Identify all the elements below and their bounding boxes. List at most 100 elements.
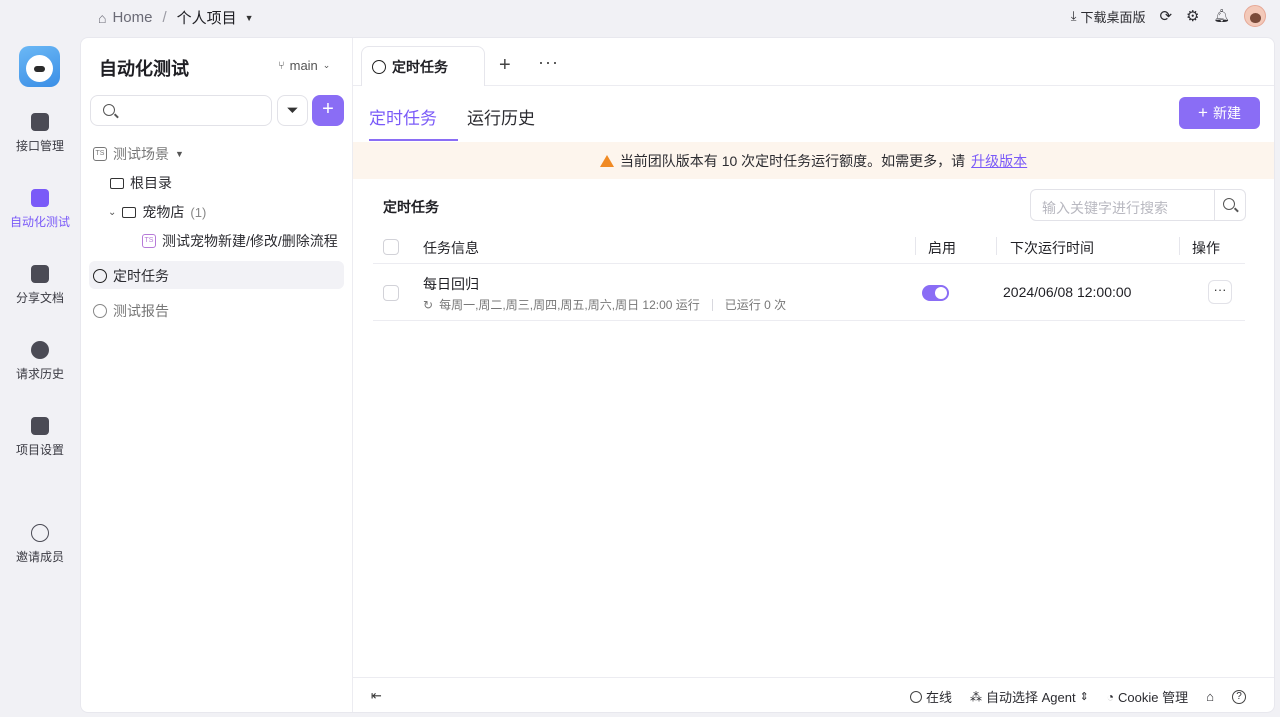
filter-button[interactable]: ⏷	[277, 95, 308, 126]
add-button[interactable]: +	[312, 95, 344, 126]
search-divider	[1214, 190, 1215, 220]
invite-icon	[31, 524, 49, 542]
report-icon	[93, 304, 107, 318]
quota-banner: 当前团队版本有 10 次定时任务运行额度。如需更多，请 升级版本	[353, 142, 1274, 179]
breadcrumb-home[interactable]: Home	[112, 9, 152, 26]
settings-icon	[31, 417, 49, 435]
tab-label: 定时任务	[392, 58, 448, 75]
enable-toggle[interactable]	[922, 285, 949, 301]
test-case-icon: TS	[142, 234, 156, 248]
task-schedule: 每周一,周二,周三,周四,周五,周六,周日 12:00 运行	[439, 298, 700, 312]
row-checkbox[interactable]	[383, 285, 399, 301]
online-status[interactable]: 在线	[909, 687, 952, 706]
search-icon	[103, 104, 115, 116]
upgrade-link[interactable]: 升级版本	[971, 151, 1027, 171]
tab-scheduled[interactable]: 定时任务	[361, 46, 485, 86]
api-icon	[31, 113, 49, 131]
nav-item-history[interactable]: 请求历史	[0, 341, 80, 382]
banner-text: 当前团队版本有 10 次定时任务运行额度。如需更多，请	[619, 152, 966, 169]
agent-selector[interactable]: ⁂ 自动选择 Agent ⇕	[970, 687, 1089, 706]
main-card: 自动化测试 ⑂ main ⌄ ⏷ + TS 测试场景 ▼ 根目录 ⌄ 宠物店 (…	[80, 37, 1275, 713]
new-tab-button[interactable]: +	[499, 54, 511, 77]
automation-icon	[31, 189, 49, 207]
online-label: 在线	[925, 690, 952, 705]
left-nav: 接口管理 自动化测试 分享文档 请求历史 项目设置 邀请成员	[0, 34, 80, 717]
branch-selector[interactable]: ⑂ main ⌄	[278, 58, 330, 73]
column-divider	[915, 237, 916, 255]
tree-case-label: 测试宠物新建/修改/删除流程	[162, 233, 338, 249]
chevron-updown-icon: ⇕	[1079, 691, 1089, 703]
sidebar-search-input[interactable]	[90, 95, 272, 126]
avatar[interactable]	[1244, 5, 1266, 27]
gear-icon[interactable]: ⚙	[1186, 7, 1199, 25]
nav-item-automation[interactable]: 自动化测试	[0, 189, 80, 230]
cookie-manager[interactable]: ◔ Cookie 管理	[1107, 687, 1188, 706]
history-icon	[31, 341, 49, 359]
nav-item-label: 请求历史	[15, 367, 64, 381]
cookie-icon: ◔	[1106, 689, 1115, 704]
column-divider	[996, 237, 997, 255]
download-desktop-button[interactable]: ⤓ 下载桌面版	[1071, 7, 1146, 26]
next-run-time: 2024/06/08 12:00:00	[1003, 284, 1132, 300]
refresh-icon[interactable]: ⟳	[1159, 7, 1172, 25]
nav-item-share-doc[interactable]: 分享文档	[0, 265, 80, 306]
folder-icon	[110, 177, 124, 189]
subtab-history[interactable]: 运行历史	[467, 104, 535, 129]
task-search-input[interactable]: 输入关键字进行搜索	[1030, 189, 1246, 221]
sidebar-item-scheduled[interactable]: 定时任务	[93, 266, 169, 286]
nav-item-invite[interactable]: 邀请成员	[0, 524, 80, 565]
sidebar-item-label: 测试报告	[113, 303, 169, 319]
nav-item-label: 接口管理	[15, 139, 64, 153]
top-bar: ⌂ Home / 个人项目 ▼ ⤓ 下载桌面版 ⟳ ⚙ 🔔︎	[0, 0, 1280, 34]
tree-case[interactable]: TS 测试宠物新建/修改/删除流程	[142, 231, 338, 251]
search-placeholder: 输入关键字进行搜索	[1042, 200, 1168, 216]
bell-icon[interactable]: 🔔︎	[1213, 8, 1230, 24]
breadcrumb-separator: /	[162, 9, 167, 26]
app-logo[interactable]	[19, 46, 60, 87]
collapse-sidebar-icon[interactable]: ⇤	[371, 688, 382, 704]
new-task-button[interactable]: + 新建	[1179, 97, 1260, 129]
tree-folder[interactable]: ⌄ 宠物店 (1)	[108, 202, 206, 222]
nav-item-settings[interactable]: 项目设置	[0, 417, 80, 458]
new-button-label: 新建	[1212, 105, 1241, 121]
tree-root-label: 根目录	[130, 175, 172, 191]
subtab-scheduled[interactable]: 定时任务	[369, 104, 437, 129]
home-icon[interactable]: ⌂	[98, 10, 106, 26]
sub-tabs: 定时任务 运行历史	[369, 104, 535, 129]
help-icon[interactable]: ?	[1232, 689, 1246, 704]
nav-item-label: 自动化测试	[9, 215, 70, 229]
repeat-icon: ↻	[423, 297, 434, 312]
plus-icon: +	[1198, 103, 1208, 122]
more-actions-button[interactable]: ···	[1208, 280, 1232, 304]
active-tab-indicator	[369, 139, 458, 141]
nav-item-api[interactable]: 接口管理	[0, 113, 80, 154]
shirt-icon[interactable]: ⌂	[1206, 689, 1214, 704]
main-panel: 定时任务 + ··· 定时任务 运行历史 + 新建 当前团队版本有 10 次定时…	[353, 38, 1274, 712]
share-doc-icon	[31, 265, 49, 283]
nav-item-label: 项目设置	[15, 443, 64, 457]
breadcrumb-project[interactable]: 个人项目	[177, 7, 237, 28]
tree-root[interactable]: 根目录	[110, 173, 172, 193]
col-actions: 操作	[1192, 240, 1220, 256]
section-title: 定时任务	[383, 199, 439, 215]
chevron-down-icon[interactable]: ▼	[245, 13, 254, 23]
folder-icon	[122, 206, 137, 218]
sidebar-title: 自动化测试	[99, 59, 189, 79]
warning-icon	[599, 154, 614, 167]
task-name[interactable]: 每日回归	[423, 274, 479, 294]
sidebar: 自动化测试 ⑂ main ⌄ ⏷ + TS 测试场景 ▼ 根目录 ⌄ 宠物店 (…	[81, 38, 353, 712]
breadcrumb: ⌂ Home / 个人项目 ▼	[98, 7, 254, 28]
task-meta: ↻ 每周一,周二,周三,周四,周五,周六,周日 12:00 运行 已运行 0 次	[423, 296, 786, 313]
more-tabs-button[interactable]: ···	[538, 52, 559, 73]
search-icon[interactable]	[1223, 198, 1235, 210]
tree-scenarios[interactable]: TS 测试场景 ▼	[93, 144, 184, 164]
table-row[interactable]: 每日回归 ↻ 每周一,周二,周三,周四,周五,周六,周日 12:00 运行 已运…	[373, 264, 1245, 321]
meta-divider	[711, 298, 713, 311]
top-actions: ⤓ 下载桌面版 ⟳ ⚙ 🔔︎	[1071, 5, 1266, 27]
tree-folder-label: 宠物店	[142, 204, 185, 220]
status-footer: ⇤ 在线 ⁂ 自动选择 Agent ⇕ ◔ Cookie 管理 ⌂ ?	[353, 677, 1274, 713]
nav-item-label: 邀请成员	[15, 550, 64, 564]
select-all-checkbox[interactable]	[383, 239, 399, 255]
sidebar-item-reports[interactable]: 测试报告	[93, 301, 169, 321]
clock-pie-icon	[372, 59, 386, 74]
